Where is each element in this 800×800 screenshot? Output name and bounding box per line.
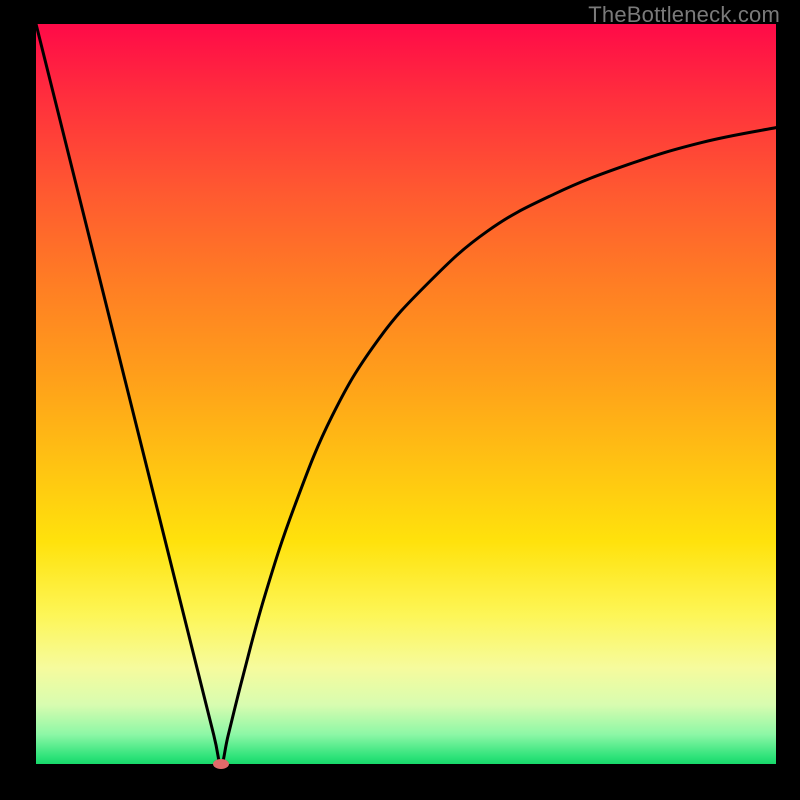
minimum-marker [213,759,229,769]
chart-frame: TheBottleneck.com [0,0,800,800]
plot-area [36,24,776,764]
bottleneck-curve [36,24,776,764]
